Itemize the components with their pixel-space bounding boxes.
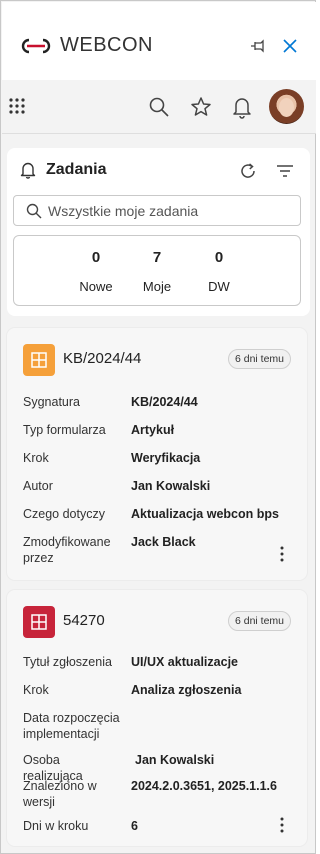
counter-new[interactable]: 0 Nowe xyxy=(71,249,121,294)
field-value: Jack Black xyxy=(131,535,196,549)
card-title[interactable]: 54270 xyxy=(63,612,105,629)
time-badge: 6 dni temu xyxy=(227,349,291,369)
more-options-button[interactable] xyxy=(277,816,287,834)
close-icon[interactable] xyxy=(282,38,298,54)
field-label: Sygnatura xyxy=(23,395,80,409)
field-value: Weryfikacja xyxy=(131,451,201,465)
brand-logo: WEBCON xyxy=(20,34,153,57)
form-icon xyxy=(31,352,47,368)
counter-label: DW xyxy=(208,279,230,294)
search-input[interactable] xyxy=(48,202,288,219)
search-field[interactable] xyxy=(13,195,301,226)
field-value: Analiza zgłoszenia xyxy=(131,683,242,697)
field-value: KB/2024/44 xyxy=(131,395,198,409)
field-label: Znaleziono w wersji xyxy=(23,779,97,809)
field-label: Typ formularza xyxy=(23,423,106,437)
counter-value: 0 xyxy=(214,249,224,266)
app-launcher-icon[interactable] xyxy=(8,97,26,115)
bell-icon xyxy=(20,162,36,179)
field-value: Artykuł xyxy=(131,423,175,437)
field-value: 6 xyxy=(131,819,138,833)
form-type-badge xyxy=(23,344,55,376)
form-type-badge xyxy=(23,606,55,638)
counter-dw[interactable]: 0 DW xyxy=(194,249,244,294)
more-options-button[interactable] xyxy=(277,545,287,563)
field-label: Tytuł zgłoszenia xyxy=(23,655,112,669)
tasks-header: Zadania xyxy=(20,161,106,179)
more-vertical-icon xyxy=(280,546,284,562)
card-title[interactable]: KB/2024/44 xyxy=(63,350,141,367)
plugin-window: WEBCON Zadania Wszystkie moje zadania 0 … xyxy=(0,0,316,854)
field-label: Czego dotyczy xyxy=(23,507,105,521)
top-toolbar xyxy=(2,80,316,134)
search-icon xyxy=(26,203,42,218)
field-value: Jan Kowalski xyxy=(131,479,211,493)
title-bar: WEBCON xyxy=(2,2,316,80)
task-card[interactable]: 54270 6 dni temu Tytuł zgłoszenia UI/UX … xyxy=(7,590,307,846)
time-badge: 6 dni temu xyxy=(227,611,291,631)
search-icon[interactable] xyxy=(148,96,170,118)
task-counters: 0 Nowe 7 Moje 0 DW xyxy=(13,235,301,306)
refresh-icon[interactable] xyxy=(239,162,257,180)
webcon-logo-icon xyxy=(21,38,51,53)
field-label: Krok xyxy=(23,683,49,697)
counter-value: 0 xyxy=(91,249,101,266)
form-icon xyxy=(31,614,47,630)
counter-mine[interactable]: 7 Moje xyxy=(132,249,182,294)
task-card[interactable]: KB/2024/44 6 dni temu Sygnatura KB/2024/… xyxy=(7,328,307,580)
field-value: 2024.2.0.3651, 2025.1.1.6 xyxy=(131,779,277,793)
counter-label: Moje xyxy=(142,279,172,294)
field-label: Autor xyxy=(23,479,53,493)
counter-label: Nowe xyxy=(79,279,113,294)
more-vertical-icon xyxy=(280,817,284,833)
bell-icon[interactable] xyxy=(231,95,253,119)
field-value: UI/UX aktualizacje xyxy=(131,655,238,669)
avatar[interactable] xyxy=(269,89,304,124)
field-value: Jan Kowalski xyxy=(135,753,215,767)
field-label: Data rozpoczęcia implementacji xyxy=(23,711,120,741)
field-value: Aktualizacja webcon bps xyxy=(131,507,279,521)
counter-value: 7 xyxy=(152,249,162,266)
brand-name: WEBCON xyxy=(60,34,153,56)
tasks-title: Zadania xyxy=(46,161,107,178)
star-icon[interactable] xyxy=(189,95,213,119)
filter-icon[interactable] xyxy=(276,163,294,179)
field-label: Zmodyfikowane przez xyxy=(23,535,111,565)
tasks-panel: Zadania 0 Nowe 7 Moje 0 xyxy=(7,148,310,316)
pin-icon[interactable] xyxy=(249,37,267,55)
field-label: Dni w kroku xyxy=(23,819,89,833)
field-label: Krok xyxy=(23,451,49,465)
